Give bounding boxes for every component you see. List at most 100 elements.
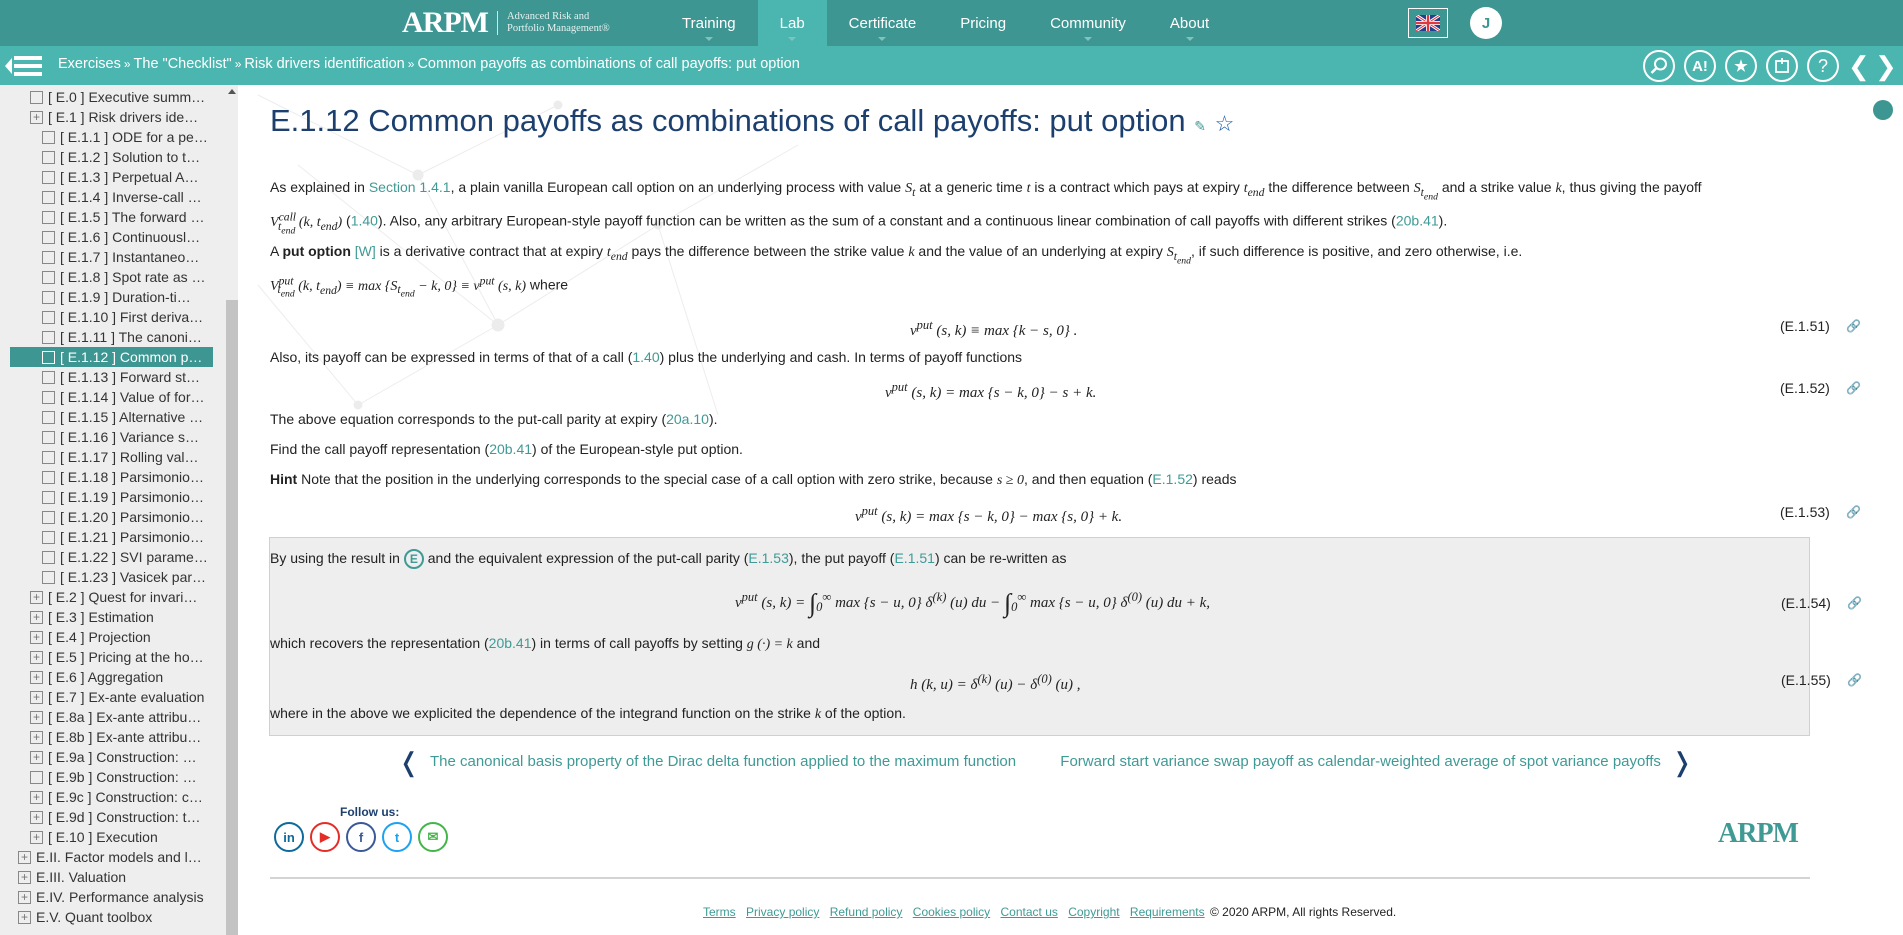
eq-link-20b-41[interactable]: 20b.41 — [1396, 213, 1439, 229]
checkbox-icon[interactable] — [42, 490, 55, 504]
sidebar-item[interactable]: + [ E.4 ] Projection — [0, 627, 225, 647]
sidebar-item[interactable]: [ E.1.22 ] SVI parame… — [0, 547, 225, 567]
sidebar-item[interactable]: + [ E.8a ] Ex-ante attribu… — [0, 707, 225, 727]
scroll-up-arrow-icon[interactable] — [228, 89, 236, 94]
checkbox-icon[interactable] — [42, 230, 55, 244]
expand-plus-icon[interactable]: + — [18, 850, 31, 864]
exercise-reference-badge-icon[interactable]: E — [403, 549, 424, 570]
sidebar-item[interactable]: [ E.1.19 ] Parsimonio… — [0, 487, 225, 507]
checkbox-icon[interactable] — [42, 270, 55, 284]
expand-plus-icon[interactable]: + — [30, 110, 43, 124]
breadcrumb-risk-drivers[interactable]: Risk drivers identification — [244, 56, 404, 72]
eq-link-e-1-53[interactable]: E.1.53 — [748, 550, 788, 566]
user-avatar[interactable]: J — [1470, 7, 1502, 39]
sidebar-item[interactable]: + E.V. Quant toolbox — [0, 907, 225, 927]
checkbox-icon[interactable] — [42, 390, 55, 404]
checkbox-icon[interactable] — [42, 530, 55, 544]
sidebar-item[interactable]: [ E.1.17 ] Rolling val… — [0, 447, 225, 467]
sidebar-item[interactable]: + [ E.2 ] Quest for invari… — [0, 587, 225, 607]
floating-chat-button[interactable] — [1873, 100, 1893, 120]
eq-link-20a-10[interactable]: 20a.10 — [666, 411, 709, 427]
checkbox-icon[interactable] — [42, 470, 55, 484]
sidebar-item[interactable]: [ E.1.12 ] Common p… — [10, 347, 213, 367]
footer-arpm-logo[interactable]: ARPM — [1718, 818, 1799, 850]
expand-plus-icon[interactable]: + — [18, 910, 31, 924]
search-button[interactable] — [1643, 50, 1675, 82]
link-icon[interactable]: 🔗 — [1847, 593, 1862, 613]
sidebar-item[interactable]: [ E.1.21 ] Parsimonio… — [0, 527, 225, 547]
language-selector[interactable] — [1408, 8, 1448, 38]
breadcrumb-checklist[interactable]: The "Checklist" — [134, 56, 232, 72]
checkbox-icon[interactable] — [42, 170, 55, 184]
link-icon[interactable]: 🔗 — [1846, 316, 1861, 336]
sidebar-item[interactable]: + [ E.3 ] Estimation — [0, 607, 225, 627]
eq-link-e-1-51[interactable]: E.1.51 — [894, 550, 934, 566]
sidebar-item[interactable]: [ E.1.7 ] Instantaneo… — [0, 247, 225, 267]
terms-link[interactable]: Terms — [703, 905, 736, 919]
bookmark-star-icon[interactable]: ☆ — [1215, 111, 1235, 136]
permalink-icon[interactable]: ✎ — [1194, 118, 1206, 134]
favorite-button[interactable]: ★ — [1725, 50, 1757, 82]
eq-link-20b-41[interactable]: 20b.41 — [489, 441, 532, 457]
expand-plus-icon[interactable]: + — [30, 670, 43, 684]
previous-page-button[interactable]: ❮ — [1848, 51, 1870, 81]
checkbox-icon[interactable] — [42, 150, 55, 164]
nav-training[interactable]: Training — [660, 0, 758, 46]
sidebar-item[interactable]: [ E.1.14 ] Value of for… — [0, 387, 225, 407]
checkbox-icon[interactable] — [42, 450, 55, 464]
checkbox-icon[interactable] — [42, 190, 55, 204]
sidebar-item[interactable]: [ E.1.23 ] Vasicek par… — [0, 567, 225, 587]
sidebar-scrollbar[interactable] — [225, 85, 238, 935]
expand-plus-icon[interactable]: + — [30, 830, 43, 844]
checkbox-icon[interactable] — [42, 430, 55, 444]
link-icon[interactable]: 🔗 — [1846, 502, 1861, 522]
next-page-button[interactable]: ❯ — [1875, 51, 1897, 81]
sidebar-item[interactable]: [ E.9b ] Construction: … — [0, 767, 225, 787]
expand-plus-icon[interactable]: + — [18, 890, 31, 904]
nav-community[interactable]: Community — [1028, 0, 1148, 46]
twitter-icon[interactable]: t — [382, 822, 412, 852]
checkbox-icon[interactable] — [30, 770, 43, 784]
expand-plus-icon[interactable]: + — [30, 810, 43, 824]
chevron-right-icon[interactable]: ❭ — [1671, 747, 1693, 777]
sidebar-item[interactable]: [ E.0 ] Executive summ… — [0, 87, 225, 107]
checkbox-icon[interactable] — [30, 90, 43, 104]
sidebar-item[interactable]: + [ E.8b ] Ex-ante attribu… — [0, 727, 225, 747]
privacy-policy-link[interactable]: Privacy policy — [746, 905, 819, 919]
linkedin-icon[interactable]: in — [274, 822, 304, 852]
contact-us-link[interactable]: Contact us — [1001, 905, 1058, 919]
wechat-icon[interactable]: ✉ — [418, 822, 448, 852]
sidebar-item[interactable]: [ E.1.6 ] Continuousl… — [0, 227, 225, 247]
sidebar-item[interactable]: [ E.1.13 ] Forward st… — [0, 367, 225, 387]
sidebar-item[interactable]: + [ E.1 ] Risk drivers ide… — [0, 107, 225, 127]
help-button[interactable]: ? — [1807, 50, 1839, 82]
sidebar-item[interactable]: [ E.1.11 ] The canoni… — [0, 327, 225, 347]
sidebar-toggle-button[interactable] — [5, 54, 43, 78]
expand-plus-icon[interactable]: + — [30, 730, 43, 744]
nav-lab[interactable]: Lab — [757, 0, 827, 46]
cookies-policy-link[interactable]: Cookies policy — [913, 905, 990, 919]
sidebar-item[interactable]: + E.III. Valuation — [0, 867, 225, 887]
sidebar-item[interactable]: [ E.1.3 ] Perpetual A… — [0, 167, 225, 187]
checkbox-icon[interactable] — [42, 370, 55, 384]
copyright-link[interactable]: Copyright — [1068, 905, 1119, 919]
previous-exercise-link[interactable]: The canonical basis property of the Dira… — [430, 753, 1016, 770]
expand-plus-icon[interactable]: + — [30, 690, 43, 704]
checkbox-icon[interactable] — [42, 350, 55, 364]
sidebar-item[interactable]: [ E.1.9 ] Duration-ti… — [0, 287, 225, 307]
chevron-left-icon[interactable]: ❬ — [398, 747, 420, 777]
link-icon[interactable]: 🔗 — [1847, 670, 1862, 690]
sidebar-item[interactable]: + E.IV. Performance analysis — [0, 887, 225, 907]
sidebar-item[interactable]: [ E.1.1 ] ODE for a pe… — [0, 127, 225, 147]
sidebar-item[interactable]: + [ E.7 ] Ex-ante evaluation — [0, 687, 225, 707]
sidebar-item[interactable]: [ E.1.20 ] Parsimonio… — [0, 507, 225, 527]
breadcrumb-exercises[interactable]: Exercises — [58, 56, 121, 72]
eq-link-e-1-52[interactable]: E.1.52 — [1152, 471, 1192, 487]
checkbox-icon[interactable] — [42, 570, 55, 584]
expand-plus-icon[interactable]: + — [30, 590, 43, 604]
checkbox-icon[interactable] — [42, 210, 55, 224]
eq-link-1-40[interactable]: 1.40 — [632, 349, 659, 365]
checkbox-icon[interactable] — [42, 330, 55, 344]
expand-plus-icon[interactable]: + — [30, 790, 43, 804]
eq-link-20b-41[interactable]: 20b.41 — [489, 635, 532, 651]
